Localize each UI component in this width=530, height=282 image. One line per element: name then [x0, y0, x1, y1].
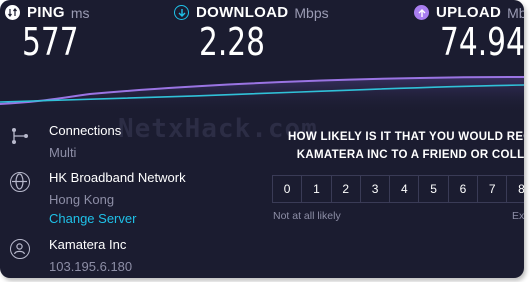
- ping-value: 577: [22, 20, 79, 64]
- rating-option-1[interactable]: 1: [301, 175, 331, 203]
- rating-option-2[interactable]: 2: [330, 175, 360, 203]
- survey-question-line1: HOW LIKELY IS IT THAT YOU WOULD RECO: [288, 131, 524, 143]
- speedtest-results-panel: PING ms 577 DOWNLOAD Mbps 2.28 UPLOAD Mb…: [0, 0, 524, 278]
- rating-option-8[interactable]: 8: [506, 175, 524, 203]
- upload-value: 74.94: [440, 20, 524, 64]
- rating-scale: 0 1 2 3 4 5 6 7 8: [272, 175, 524, 203]
- host-name: Kamatera Inc: [49, 237, 127, 252]
- download-unit: Mbps: [294, 4, 329, 21]
- rating-low-label: Not at all likely: [273, 210, 341, 222]
- ping-icon: [5, 5, 20, 20]
- rating-option-4[interactable]: 4: [389, 175, 419, 203]
- rating-option-6[interactable]: 6: [447, 175, 478, 203]
- change-server-link[interactable]: Change Server: [49, 211, 136, 226]
- survey-question-line2: KAMATERA INC TO A FRIEND OR COLLE: [296, 149, 524, 161]
- download-label: DOWNLOAD: [196, 4, 289, 21]
- rating-option-7[interactable]: 7: [477, 175, 507, 203]
- isp-name: HK Broadband Network: [49, 170, 186, 185]
- rating-option-5[interactable]: 5: [418, 175, 448, 203]
- download-arrow-icon: [174, 5, 189, 20]
- connections-icon: [10, 126, 30, 146]
- rating-high-label: Ext: [512, 210, 524, 222]
- connections-label: Connections: [49, 123, 122, 138]
- rating-option-3[interactable]: 3: [359, 175, 390, 203]
- rating-option-0[interactable]: 0: [272, 175, 302, 203]
- survey-question: HOW LIKELY IS IT THAT YOU WOULD RECO KAM…: [288, 131, 524, 161]
- globe-icon: [10, 172, 30, 192]
- ping-label: PING: [27, 4, 65, 21]
- upload-arrow-icon: [414, 5, 429, 20]
- isp-location: Hong Kong: [49, 192, 115, 207]
- speed-graph: [0, 76, 524, 114]
- upload-unit: Mbps: [507, 4, 524, 21]
- host-ip: 103.195.6.180: [49, 259, 133, 274]
- upload-label: UPLOAD: [436, 4, 502, 21]
- download-value: 2.28: [199, 20, 265, 64]
- user-icon: [10, 239, 30, 259]
- connections-value[interactable]: Multi: [49, 145, 76, 160]
- ping-unit: ms: [70, 4, 90, 21]
